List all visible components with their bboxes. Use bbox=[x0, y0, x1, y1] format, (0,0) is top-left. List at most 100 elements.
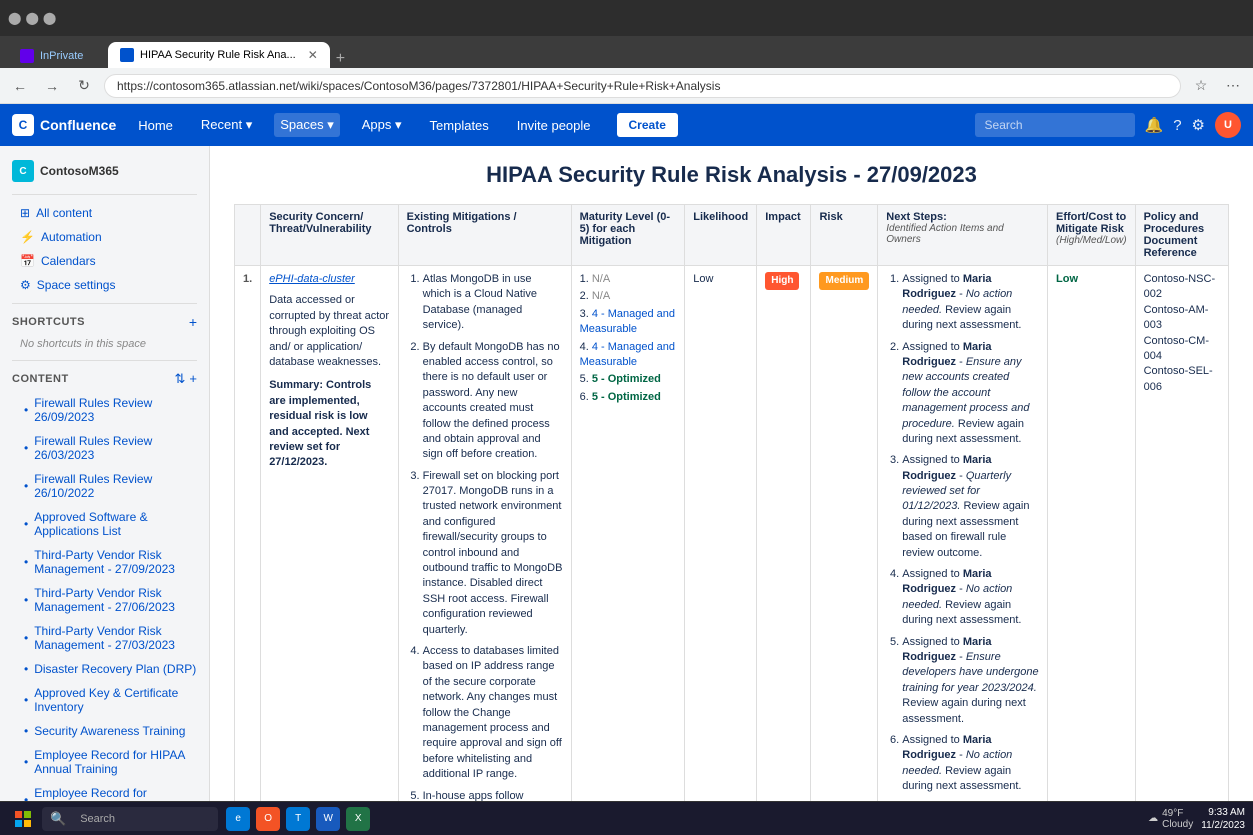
notification-icon[interactable]: 🔔 bbox=[1145, 116, 1164, 134]
row-1-maturity: 1. N/A 2. N/A 3. 4 - Managed and Measura… bbox=[571, 266, 685, 802]
row-1-maturity-3: 3. 4 - Managed and Measurable bbox=[580, 307, 677, 338]
row-1-policy-1: Contoso-NSC-002 bbox=[1144, 272, 1220, 303]
sidebar-item-vendor-1[interactable]: • Third-Party Vendor Risk Management - 2… bbox=[0, 543, 209, 581]
browser-chrome: ⬤⬤⬤ bbox=[0, 0, 1253, 36]
taskbar-apps: e O T W X bbox=[226, 807, 370, 831]
row-1-mitigation-4: Access to databases limited based on IP … bbox=[423, 644, 563, 783]
row-1-num: 1. bbox=[235, 266, 261, 802]
sidebar-item-vendor-2[interactable]: • Third-Party Vendor Risk Management - 2… bbox=[0, 581, 209, 619]
th-effort-label: Effort/Cost to Mitigate Risk bbox=[1056, 211, 1127, 235]
content-label: CONTENT bbox=[12, 373, 69, 385]
content-add-icon[interactable]: + bbox=[189, 371, 197, 387]
row-1-action-6: Assigned to Maria Rodriguez - No action … bbox=[902, 733, 1039, 795]
confluence-toolbar: C Confluence Home Recent ▾ Spaces ▾ Apps… bbox=[0, 104, 1253, 146]
tab-close-icon[interactable]: ✕ bbox=[308, 48, 318, 62]
settings-icon[interactable]: ⚙ bbox=[1192, 116, 1205, 134]
confluence-logo[interactable]: C Confluence bbox=[12, 114, 116, 136]
page-icon-5: • bbox=[24, 555, 28, 569]
sidebar-item-vendor-3[interactable]: • Third-Party Vendor Risk Management - 2… bbox=[0, 619, 209, 657]
taskbar-teams-icon[interactable]: T bbox=[286, 807, 310, 831]
nav-spaces[interactable]: Spaces ▾ bbox=[274, 113, 340, 137]
row-1-concern: ePHI-data-cluster Data accessed or corru… bbox=[261, 266, 398, 802]
sidebar-item-software[interactable]: • Approved Software & Applications List bbox=[0, 505, 209, 543]
active-tab[interactable]: HIPAA Security Rule Risk Ana... ✕ bbox=[108, 42, 330, 68]
sidebar-item-firewall-1[interactable]: • Firewall Rules Review 26/09/2023 bbox=[0, 391, 209, 429]
taskbar-edge-icon[interactable]: e bbox=[226, 807, 250, 831]
nav-recent[interactable]: Recent ▾ bbox=[195, 113, 258, 137]
tab-favicon bbox=[120, 48, 134, 62]
nav-apps[interactable]: Apps ▾ bbox=[356, 113, 408, 137]
page-icon-1: • bbox=[24, 403, 28, 417]
sidebar-item-security-training[interactable]: • Security Awareness Training bbox=[0, 719, 209, 743]
address-bar[interactable]: https://contosom365.atlassian.net/wiki/s… bbox=[104, 74, 1181, 98]
sidebar-item-firewall-3[interactable]: • Firewall Rules Review 26/10/2022 bbox=[0, 467, 209, 505]
sidebar-item-space-settings[interactable]: ⚙ Space settings bbox=[0, 273, 209, 297]
th-likelihood: Likelihood bbox=[685, 205, 757, 266]
help-icon[interactable]: ? bbox=[1173, 117, 1181, 134]
inprivate-tab[interactable]: InPrivate bbox=[8, 44, 108, 68]
sidebar-item-firewall-2[interactable]: • Firewall Rules Review 26/03/2023 bbox=[0, 429, 209, 467]
back-button[interactable]: ← bbox=[8, 74, 32, 98]
page-icon-6: • bbox=[24, 593, 28, 607]
th-effort-sub: (High/Med/Low) bbox=[1056, 235, 1127, 246]
search-input[interactable] bbox=[975, 113, 1135, 137]
user-avatar[interactable]: U bbox=[1215, 112, 1241, 138]
sidebar-item-hipaa-training[interactable]: • Employee Record for HIPAA Annual Train… bbox=[0, 743, 209, 781]
settings-button[interactable]: ⋯ bbox=[1221, 74, 1245, 98]
page-content: HIPAA Security Rule Risk Analysis - 27/0… bbox=[210, 146, 1253, 801]
refresh-button[interactable]: ↻ bbox=[72, 74, 96, 98]
sidebar-item-keys[interactable]: • Approved Key & Certificate Inventory bbox=[0, 681, 209, 719]
nav-templates[interactable]: Templates bbox=[424, 114, 495, 137]
logo-letter: C bbox=[19, 118, 28, 132]
row-1-maturity-6: 6. 5 - Optimized bbox=[580, 390, 677, 405]
row-1-action-3: Assigned to Maria Rodriguez - Quarterly … bbox=[902, 453, 1039, 561]
taskbar-word-icon[interactable]: W bbox=[316, 807, 340, 831]
taskbar-excel-icon[interactable]: X bbox=[346, 807, 370, 831]
sidebar-item-automation[interactable]: ⚡ Automation bbox=[0, 225, 209, 249]
start-button[interactable] bbox=[8, 806, 38, 832]
taskbar-search-box[interactable]: 🔍 bbox=[42, 807, 218, 831]
nav-invite[interactable]: Invite people bbox=[511, 114, 597, 137]
sidebar-divider-1 bbox=[12, 194, 197, 195]
th-policy: Policy and Procedures Document Reference bbox=[1135, 205, 1228, 266]
row-1-policy-4: Contoso-SEL-006 bbox=[1144, 364, 1220, 395]
sidebar-item-drp[interactable]: • Disaster Recovery Plan (DRP) bbox=[0, 657, 209, 681]
gear-icon: ⚙ bbox=[20, 278, 31, 292]
star-button[interactable]: ☆ bbox=[1189, 74, 1213, 98]
th-maturity: Maturity Level (0-5) for each Mitigation bbox=[571, 205, 685, 266]
sidebar-item-awareness-training[interactable]: • Employee Record for Awareness Training bbox=[0, 781, 209, 801]
forward-button[interactable]: → bbox=[40, 74, 64, 98]
create-button[interactable]: Create bbox=[617, 113, 678, 137]
row-1-summary: Summary: Controls are implemented, resid… bbox=[269, 378, 389, 470]
row-1-mitigation-5: In-house apps follow SSDLC process and g… bbox=[423, 789, 563, 802]
space-icon: C bbox=[12, 160, 34, 182]
page-icon-8: • bbox=[24, 662, 28, 676]
page-title: HIPAA Security Rule Risk Analysis - 27/0… bbox=[234, 162, 1229, 188]
sidebar-divider-2 bbox=[12, 303, 197, 304]
row-1-mitigation-1: Atlas MongoDB in use which is a Cloud Na… bbox=[423, 272, 563, 334]
shortcuts-add-button[interactable]: + bbox=[189, 314, 197, 330]
content-header: CONTENT ⇅ + bbox=[0, 367, 209, 391]
temperature: 49°F bbox=[1162, 808, 1193, 819]
taskbar-search-input[interactable] bbox=[70, 809, 210, 829]
sidebar: C ContosoM365 ⊞ All content ⚡ Automation… bbox=[0, 146, 210, 801]
row-1-concern-link[interactable]: ePHI-data-cluster bbox=[269, 273, 355, 285]
space-name: ContosoM365 bbox=[40, 164, 119, 178]
browser-tab-bar: InPrivate HIPAA Security Rule Risk Ana..… bbox=[0, 36, 1253, 68]
page-icon-4: • bbox=[24, 517, 28, 531]
nav-home[interactable]: Home bbox=[132, 114, 179, 137]
row-1-maturity-4: 4. 4 - Managed and Measurable bbox=[580, 340, 677, 371]
new-tab-button[interactable]: + bbox=[330, 50, 351, 68]
shortcuts-header: SHORTCUTS + bbox=[0, 310, 209, 334]
row-1-action-1: Assigned to Maria Rodriguez - No action … bbox=[902, 272, 1039, 334]
row-1-maturity-2: 2. N/A bbox=[580, 289, 677, 304]
taskbar-outlook-icon[interactable]: O bbox=[256, 807, 280, 831]
sidebar-item-all-content[interactable]: ⊞ All content bbox=[0, 201, 209, 225]
th-impact: Impact bbox=[757, 205, 811, 266]
row-1-concern-desc: Data accessed or corrupted by threat act… bbox=[269, 293, 389, 370]
page-icon-9: • bbox=[24, 693, 28, 707]
space-header[interactable]: C ContosoM365 bbox=[0, 154, 209, 188]
content-sort-icon[interactable]: ⇅ bbox=[175, 371, 186, 387]
sidebar-item-calendars[interactable]: 📅 Calendars bbox=[0, 249, 209, 273]
row-1-maturity-1: 1. N/A bbox=[580, 272, 677, 287]
